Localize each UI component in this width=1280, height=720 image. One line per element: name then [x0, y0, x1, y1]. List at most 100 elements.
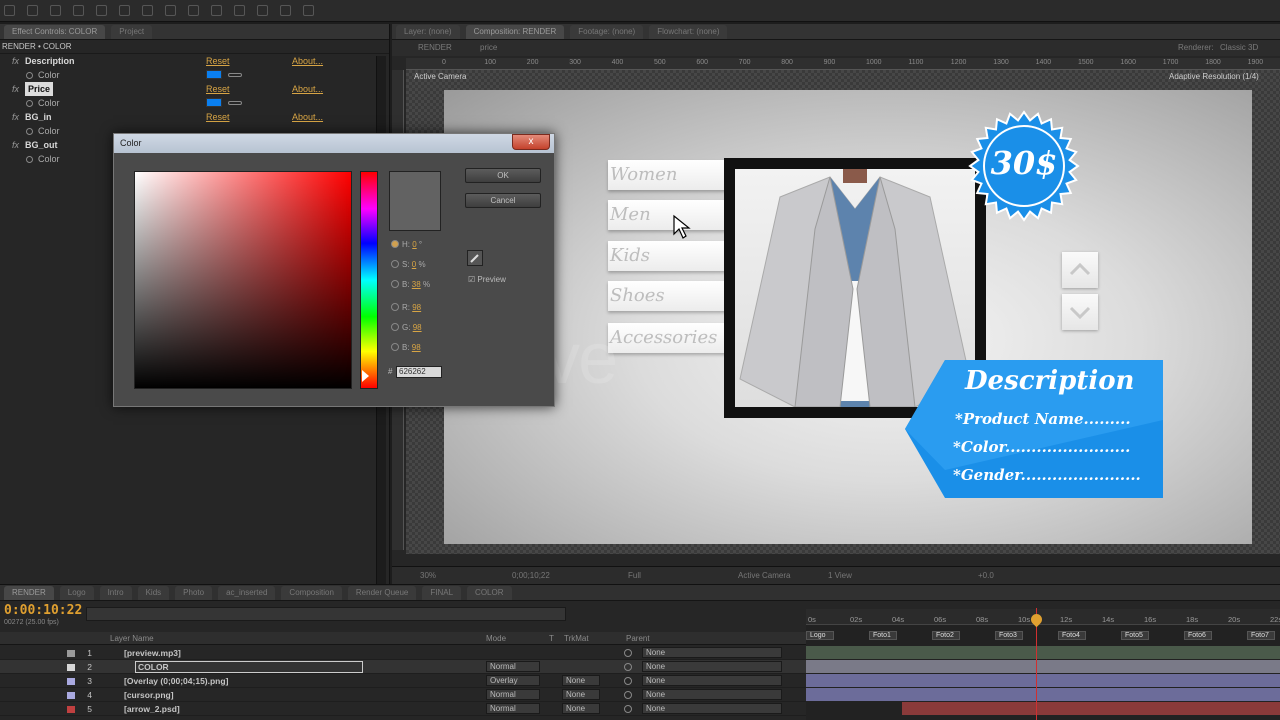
view-select[interactable]: Active Camera [738, 571, 790, 580]
saturation-brightness-field[interactable] [134, 171, 352, 389]
tab-composition-render[interactable]: Composition: RENDER [465, 24, 565, 39]
pickwhip-icon[interactable] [624, 649, 632, 657]
comp-marker[interactable]: Foto1 [869, 631, 897, 640]
layer-name[interactable]: [Overlay (0;00;04;15).png] [124, 674, 228, 688]
eyedropper-icon[interactable] [228, 101, 242, 105]
field-value[interactable]: 0 [412, 240, 416, 249]
layer-row[interactable]: 4 [cursor.png] Normal None None [0, 688, 806, 702]
roto-brush-tool-icon[interactable] [280, 5, 291, 16]
parent-select[interactable]: None [642, 661, 782, 672]
hand-tool-icon[interactable] [27, 5, 38, 16]
tab-logo[interactable]: Logo [59, 585, 94, 600]
col-parent[interactable]: Parent [626, 634, 650, 643]
col-trkmat[interactable]: TrkMat [564, 634, 589, 643]
trkmat-select[interactable]: None [562, 675, 600, 686]
radio-icon[interactable] [391, 260, 399, 268]
fx-icon[interactable]: fx [12, 82, 19, 96]
fx-icon[interactable]: fx [12, 110, 19, 124]
tab-layer[interactable]: Layer: (none) [396, 24, 460, 39]
tab-footage[interactable]: Footage: (none) [570, 24, 644, 39]
cancel-button[interactable]: Cancel [465, 193, 541, 208]
eyedropper-button[interactable] [467, 250, 483, 266]
mode-select[interactable]: Normal [486, 689, 540, 700]
parent-select[interactable]: None [642, 689, 782, 700]
layer-duration-bar[interactable] [806, 688, 1280, 701]
label-color-swatch[interactable] [67, 706, 75, 713]
time-ruler[interactable]: 0s 02s 04s 06s 08s 10s 12s 14s 16s 18s 20s 22s [806, 609, 1280, 625]
zoom-select[interactable]: 30% [420, 571, 436, 580]
about-link[interactable]: About... [292, 54, 323, 68]
col-t[interactable]: T [549, 634, 554, 643]
green-field[interactable]: G: 98 [391, 322, 422, 334]
comp-marker[interactable]: Logo [806, 631, 834, 640]
eyedropper-icon[interactable] [228, 73, 242, 77]
col-mode[interactable]: Mode [486, 634, 506, 643]
hue-field[interactable]: H: 0 ° [391, 239, 422, 251]
tab-final[interactable]: FINAL [422, 585, 462, 600]
views-select[interactable]: 1 View [828, 571, 852, 580]
trkmat-select[interactable]: None [562, 689, 600, 700]
fx-icon[interactable]: fx [12, 54, 19, 68]
crumb-render[interactable]: RENDER [418, 43, 452, 52]
tab-render-queue[interactable]: Render Queue [347, 585, 417, 600]
tab-flowchart[interactable]: Flowchart: (none) [649, 24, 728, 39]
pickwhip-icon[interactable] [624, 663, 632, 671]
layer-row[interactable]: 5 [arrow_2.psd] Normal None None [0, 702, 806, 716]
radio-icon[interactable] [391, 323, 399, 331]
effect-row-description[interactable]: fx Description Reset About... [0, 54, 389, 68]
renderer-value[interactable]: Classic 3D [1220, 43, 1258, 52]
clone-tool-icon[interactable] [234, 5, 245, 16]
comp-marker[interactable]: Foto5 [1121, 631, 1149, 640]
radio-icon[interactable] [391, 343, 399, 351]
radio-icon[interactable] [391, 303, 399, 311]
color-swatch[interactable] [206, 98, 222, 107]
layer-name[interactable]: [preview.mp3] [124, 646, 181, 660]
hue-slider-handle[interactable] [362, 370, 369, 382]
tab-intro[interactable]: Intro [99, 585, 132, 600]
rectangle-tool-icon[interactable] [142, 5, 153, 16]
layer-duration-bar[interactable] [902, 702, 1280, 715]
mode-select[interactable]: Normal [486, 703, 540, 714]
about-link[interactable]: About... [292, 110, 323, 124]
stopwatch-icon[interactable] [26, 156, 33, 163]
tab-render[interactable]: RENDER [4, 585, 54, 600]
blue-field[interactable]: B: 98 [391, 342, 421, 354]
puppet-tool-icon[interactable] [303, 5, 314, 16]
tab-color[interactable]: COLOR [467, 585, 512, 600]
pan-behind-tool-icon[interactable] [119, 5, 130, 16]
layer-name[interactable]: [cursor.png] [124, 688, 174, 702]
comp-marker[interactable]: Foto2 [932, 631, 960, 640]
reset-link[interactable]: Reset [206, 82, 230, 96]
parent-select[interactable]: None [642, 675, 782, 686]
layer-name[interactable]: [arrow_2.psd] [124, 702, 180, 716]
parent-select[interactable]: None [642, 647, 782, 658]
saturation-field[interactable]: S: 0 % [391, 259, 426, 271]
mode-select[interactable]: Overlay [486, 675, 540, 686]
field-value[interactable]: 98 [412, 303, 421, 312]
crumb-price[interactable]: price [480, 43, 497, 52]
hue-slider[interactable] [360, 171, 378, 389]
col-layer-name[interactable]: Layer Name [110, 634, 154, 643]
brush-tool-icon[interactable] [211, 5, 222, 16]
layer-duration-bar[interactable] [806, 660, 1280, 673]
camera-tool-icon[interactable] [96, 5, 107, 16]
brightness-field[interactable]: B: 38 % [391, 279, 430, 291]
effect-row-bg-in[interactable]: fx BG_in Reset About... [0, 110, 389, 124]
comp-marker[interactable]: Foto6 [1184, 631, 1212, 640]
current-time[interactable]: 0;00;10;22 [512, 571, 550, 580]
about-link[interactable]: About... [292, 82, 323, 96]
label-color-swatch[interactable] [67, 664, 75, 671]
effect-row-price[interactable]: fx Price Reset About... [0, 82, 389, 96]
pickwhip-icon[interactable] [624, 705, 632, 713]
pickwhip-icon[interactable] [624, 677, 632, 685]
trkmat-select[interactable]: None [562, 703, 600, 714]
tab-project[interactable]: Project [111, 24, 153, 39]
layer-search-input[interactable] [86, 607, 566, 621]
mode-select[interactable]: Normal [486, 661, 540, 672]
reset-link[interactable]: Reset [206, 54, 230, 68]
parent-select[interactable]: None [642, 703, 782, 714]
tab-effect-controls[interactable]: Effect Controls: COLOR [4, 24, 106, 39]
reset-link[interactable]: Reset [206, 110, 230, 124]
field-value[interactable]: 0 [412, 260, 416, 269]
field-value[interactable]: 38 [412, 280, 421, 289]
